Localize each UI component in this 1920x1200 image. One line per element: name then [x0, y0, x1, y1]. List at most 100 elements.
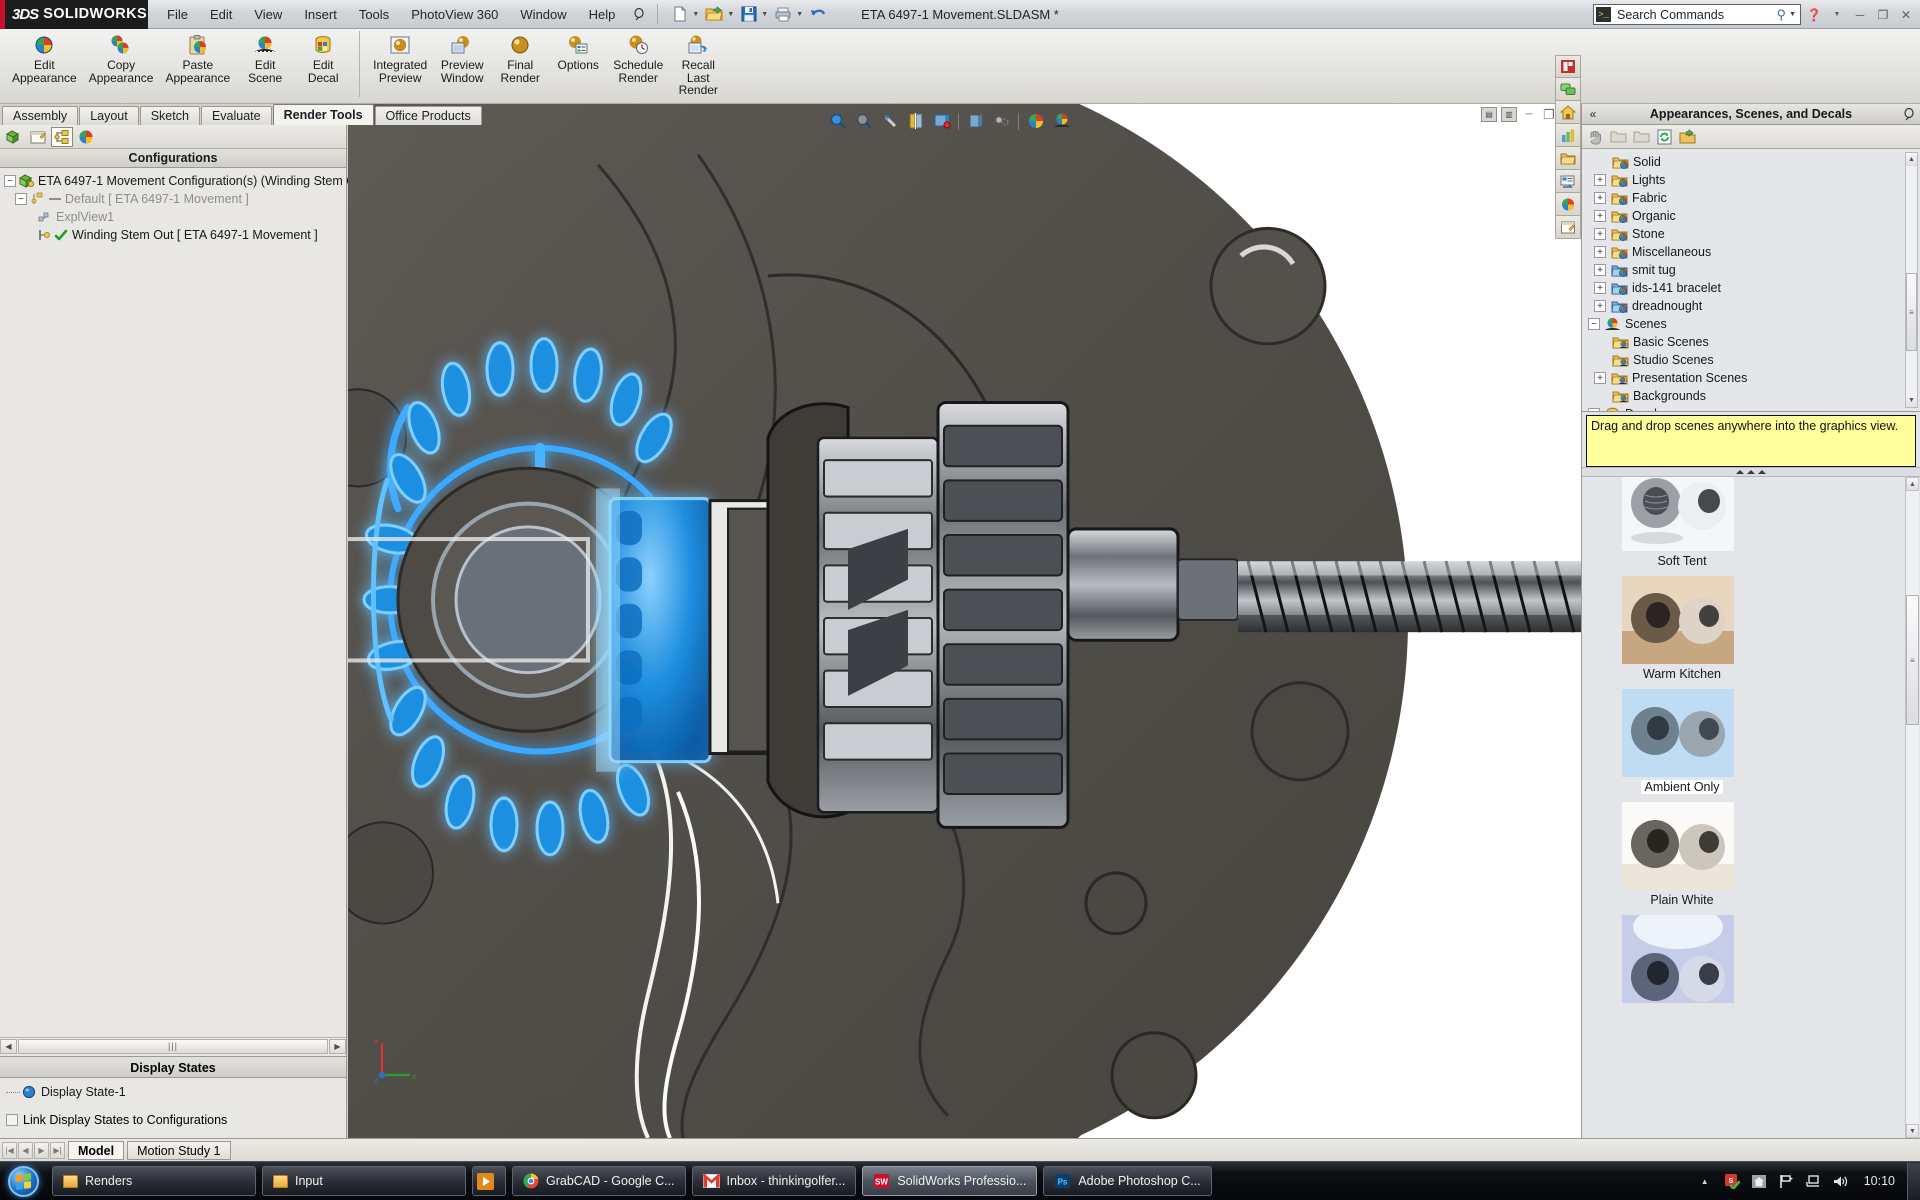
menu-insert[interactable]: Insert	[293, 3, 348, 26]
panel-splitter-grip[interactable]	[1582, 467, 1920, 477]
previous-view-icon[interactable]	[880, 112, 899, 131]
tab-render-tools[interactable]: Render Tools	[272, 104, 374, 125]
taskbar-item-input[interactable]: Input	[262, 1166, 466, 1196]
expander-plus-icon[interactable]: +	[1594, 300, 1606, 312]
expander-plus-icon[interactable]: +	[1594, 372, 1606, 384]
section-view-icon[interactable]	[906, 112, 925, 131]
feature-tree-icon[interactable]	[3, 127, 25, 147]
expander-plus-icon[interactable]: +	[1594, 174, 1606, 186]
menu-window[interactable]: Window	[509, 3, 577, 26]
expander-plus-icon[interactable]: +	[1594, 192, 1606, 204]
graphics-view[interactable]: ▤ ▥ ─ ❐ ✕ y x z	[348, 104, 1581, 1138]
scroll-up-arrow-icon[interactable]: ▲	[1906, 477, 1919, 491]
window-minimize-button[interactable]: ─	[1850, 4, 1870, 26]
volume-icon[interactable]	[1831, 1172, 1849, 1190]
folder-icon[interactable]	[1555, 147, 1581, 170]
menu-view[interactable]: View	[243, 3, 293, 26]
last-tab-button[interactable]: ▶|	[50, 1142, 65, 1159]
edit-scene-button[interactable]: Edit Scene	[236, 29, 294, 84]
recall-last-render-button[interactable]: Recall Last Render	[669, 29, 727, 97]
scene-gallery-scrollbar[interactable]: ▲ ≡ ▼	[1905, 477, 1919, 1138]
edit-appearance-button[interactable]: Edit Appearance	[6, 29, 83, 84]
expander-plus-icon[interactable]: +	[1594, 264, 1606, 276]
final-render-button[interactable]: Final Render	[491, 29, 549, 84]
copy-appearance-button[interactable]: Copy Appearance	[83, 29, 160, 84]
scene-item-next[interactable]	[1622, 915, 1742, 1003]
window-close-button[interactable]: ✕	[1896, 4, 1916, 26]
open-document-dropdown[interactable]: ▼	[727, 11, 734, 18]
save-dropdown[interactable]: ▼	[761, 11, 768, 18]
tree-item-ids-141-bracelet[interactable]: + ids-141 bracelet	[1588, 279, 1920, 297]
home-icon[interactable]	[1555, 101, 1581, 124]
show-desktop-button[interactable]	[1907, 1162, 1920, 1200]
search-dropdown-icon[interactable]: ▼	[1789, 11, 1796, 18]
tree-item-miscellaneous[interactable]: + Miscellaneous	[1588, 243, 1920, 261]
tree-item-explview1[interactable]: ExplView1	[4, 208, 346, 226]
tile-right-icon[interactable]: ▥	[1501, 107, 1517, 122]
display-manager-sphere-icon[interactable]	[75, 127, 97, 147]
tree-item-presentation-scenes[interactable]: + Presentation Scenes	[1588, 369, 1920, 387]
save-button[interactable]	[738, 2, 760, 26]
search-input[interactable]: Search Commands	[1617, 8, 1777, 22]
scroll-down-arrow-icon[interactable]: ▼	[1906, 1124, 1919, 1138]
refresh-icon[interactable]	[1656, 129, 1673, 145]
expander-minus-icon[interactable]: −	[4, 175, 16, 187]
undo-button[interactable]	[807, 2, 829, 26]
scene-item-ambient-only[interactable]: Ambient Only	[1622, 689, 1742, 794]
print-button[interactable]	[772, 2, 795, 26]
tree-item-basic-scenes[interactable]: Basic Scenes	[1588, 333, 1920, 351]
render-options-button[interactable]: Options	[549, 29, 607, 72]
hand-disabled-icon[interactable]	[1587, 129, 1604, 145]
view-palette-icon[interactable]	[1555, 55, 1581, 78]
taskbar-item-renders[interactable]: Renders	[52, 1166, 256, 1196]
link-display-states-checkbox[interactable]	[6, 1114, 18, 1126]
home-icon[interactable]	[1750, 1172, 1768, 1190]
link-display-states-row[interactable]: Link Display States to Configurations	[6, 1111, 346, 1129]
tab-office-products[interactable]: Office Products	[374, 106, 482, 125]
scene-item-plain-white[interactable]: Plain White	[1622, 802, 1742, 907]
help-question-icon[interactable]: ❓	[1804, 4, 1824, 26]
expander-minus-icon[interactable]: −	[1588, 318, 1600, 330]
tree-item-solid[interactable]: Solid	[1588, 153, 1920, 171]
tree-item-backgrounds[interactable]: Backgrounds	[1588, 387, 1920, 405]
folder-back-icon[interactable]	[1610, 129, 1627, 145]
integrated-preview-button[interactable]: Integrated Preview	[367, 29, 433, 84]
menu-photoview360[interactable]: PhotoView 360	[400, 3, 509, 26]
appearances-tree[interactable]: Solid + Lights + Fabric + Organic + Ston…	[1582, 149, 1920, 412]
next-tab-button[interactable]: ▶	[34, 1142, 49, 1159]
appearances-tree-scrollbar[interactable]: ▲ ≡ ▼	[1905, 152, 1918, 408]
pushpin-icon[interactable]	[1898, 107, 1920, 121]
paste-appearance-button[interactable]: Paste Appearance	[159, 29, 236, 84]
flag-icon[interactable]	[1777, 1172, 1795, 1190]
tree-item-decals[interactable]: + Decals	[1588, 405, 1920, 411]
tab-evaluate[interactable]: Evaluate	[200, 106, 272, 125]
open-document-button[interactable]	[703, 2, 726, 26]
tree-item-lights[interactable]: + Lights	[1588, 171, 1920, 189]
display-style-icon[interactable]	[966, 112, 985, 131]
tree-item-organic[interactable]: + Organic	[1588, 207, 1920, 225]
first-tab-button[interactable]: |◀	[2, 1142, 17, 1159]
tree-item-root-configurations[interactable]: − ETA 6497-1 Movement Configuration(s) (…	[4, 172, 356, 190]
minimize-icon[interactable]: ─	[1521, 107, 1537, 122]
previous-tab-button[interactable]: ◀	[18, 1142, 33, 1159]
scroll-up-arrow-icon[interactable]: ▲	[1906, 153, 1917, 166]
configurations-hscrollbar[interactable]: ◀ ||| ▶	[0, 1037, 346, 1054]
expander-plus-icon[interactable]: +	[1594, 210, 1606, 222]
tab-assembly[interactable]: Assembly	[2, 106, 79, 125]
speech-bubbles-icon[interactable]	[1555, 78, 1581, 101]
custom-properties-icon[interactable]	[1555, 216, 1581, 239]
scene-item-warm-kitchen[interactable]: Warm Kitchen	[1622, 576, 1742, 681]
view-orientation-icon[interactable]	[932, 112, 951, 131]
triangle-right-icon[interactable]: ▶	[329, 1038, 346, 1054]
help-dropdown-icon[interactable]: ▼	[1827, 4, 1847, 26]
network-icon[interactable]	[1804, 1172, 1822, 1190]
start-button[interactable]	[0, 1163, 46, 1200]
menu-tools[interactable]: Tools	[348, 3, 400, 26]
triangle-left-icon[interactable]: ◀	[0, 1038, 17, 1054]
tab-motion-study-1[interactable]: Motion Study 1	[127, 1141, 231, 1160]
tab-model[interactable]: Model	[68, 1141, 125, 1160]
design-library-icon[interactable]	[1555, 124, 1581, 147]
apply-scene-icon[interactable]	[1052, 112, 1071, 131]
chevron-double-left-icon[interactable]: «	[1582, 107, 1604, 121]
menu-file[interactable]: File	[156, 3, 199, 26]
